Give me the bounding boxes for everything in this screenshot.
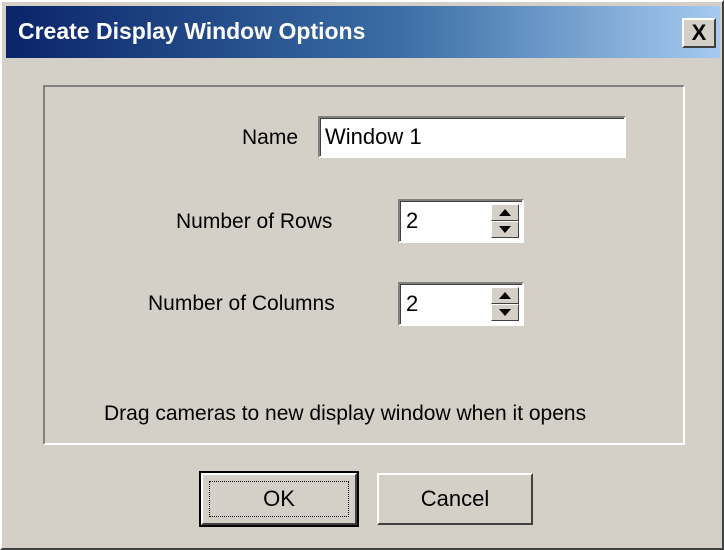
focus-rectangle — [209, 481, 349, 517]
name-label: Name — [242, 126, 299, 149]
columns-decrement-button[interactable] — [491, 304, 519, 321]
cancel-button-label: Cancel — [420, 486, 490, 511]
arrow-down-icon — [499, 309, 511, 316]
ok-button[interactable]: OK — [199, 471, 359, 527]
columns-spin-buttons — [491, 287, 519, 321]
rows-increment-button[interactable] — [491, 204, 519, 221]
title-bar[interactable]: Create Display Window Options X — [6, 6, 720, 58]
rows-decrement-button[interactable] — [491, 221, 519, 238]
cancel-button[interactable]: Cancel — [377, 473, 533, 525]
rows-value[interactable]: 2 — [406, 208, 418, 234]
columns-spinner[interactable]: 2 — [398, 282, 524, 326]
columns-label: Number of Columns — [148, 292, 335, 315]
close-button[interactable]: X — [682, 18, 716, 48]
rows-label: Number of Rows — [176, 210, 333, 233]
arrow-down-icon — [499, 226, 511, 233]
columns-increment-button[interactable] — [491, 287, 519, 304]
rows-spinner[interactable]: 2 — [398, 199, 524, 243]
columns-value[interactable]: 2 — [406, 291, 418, 317]
arrow-up-icon — [499, 209, 511, 216]
dialog-window: Create Display Window Options X Name Win… — [0, 0, 724, 550]
name-input[interactable]: Window 1 — [318, 116, 626, 158]
drag-hint: Drag cameras to new display window when … — [104, 402, 587, 425]
window-title: Create Display Window Options — [18, 18, 366, 44]
rows-spin-buttons — [491, 204, 519, 238]
arrow-up-icon — [499, 292, 511, 299]
close-icon: X — [691, 20, 707, 45]
